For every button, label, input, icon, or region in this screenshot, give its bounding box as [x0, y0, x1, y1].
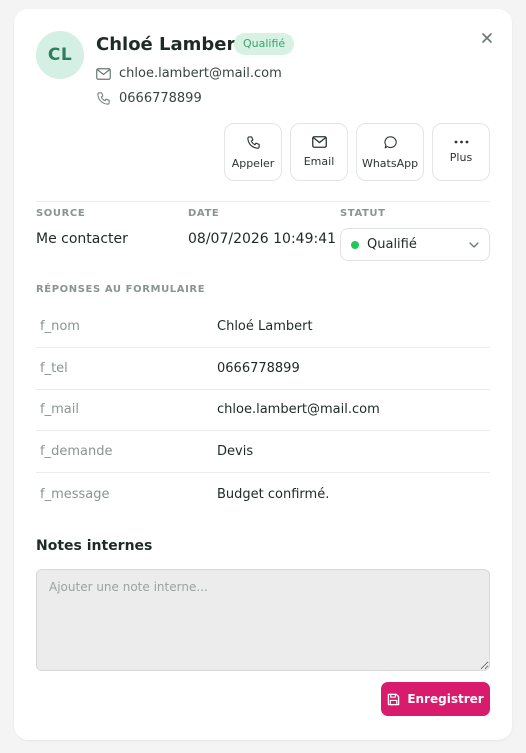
- table-row: f_message Budget confirmé.: [36, 473, 490, 515]
- phone-icon: [246, 135, 260, 149]
- field-key: f_tel: [40, 360, 68, 376]
- table-row: f_nom Chloé Lambert: [36, 306, 490, 348]
- mail-icon: [96, 67, 111, 80]
- field-value: Chloé Lambert: [217, 318, 313, 334]
- field-key: f_nom: [40, 318, 80, 334]
- form-responses-table: f_nom Chloé Lambert f_tel 0666778899 f_m…: [36, 306, 490, 515]
- save-button-label: Enregistrer: [407, 692, 484, 706]
- status-dot: [351, 240, 359, 249]
- contact-email-row: chloe.lambert@mail.com: [96, 66, 282, 81]
- status-badge: Qualifié: [234, 33, 295, 55]
- date-label: DATE: [188, 208, 220, 219]
- field-value: 0666778899: [217, 360, 300, 376]
- field-value: chloe.lambert@mail.com: [217, 402, 380, 418]
- more-button[interactable]: Plus: [432, 123, 490, 181]
- status-select-value: Qualifié: [367, 237, 417, 252]
- contact-detail-panel: CL Chloé Lambert Qualifié chloe.lambert@…: [14, 9, 512, 740]
- avatar: CL: [36, 31, 84, 79]
- call-button-label: Appeler: [231, 156, 275, 170]
- table-row: f_tel 0666778899: [36, 348, 490, 390]
- field-key: f_demande: [40, 444, 113, 460]
- source-label: SOURCE: [36, 208, 86, 219]
- more-horizontal-icon: [454, 140, 468, 144]
- close-button[interactable]: [480, 31, 494, 45]
- field-value: Devis: [217, 444, 254, 460]
- contact-email[interactable]: chloe.lambert@mail.com: [119, 66, 282, 81]
- table-row: f_mail chloe.lambert@mail.com: [36, 390, 490, 432]
- date-value: 08/07/2026 10:49:41: [188, 231, 337, 247]
- divider: [36, 201, 490, 202]
- save-button[interactable]: Enregistrer: [381, 682, 490, 716]
- contact-name: Chloé Lambert: [96, 34, 244, 55]
- notes-title: Notes internes: [36, 538, 153, 554]
- chat-bubble-icon: [383, 135, 397, 148]
- email-button-label: Email: [303, 155, 335, 168]
- whatsapp-button-label: WhatsApp: [361, 156, 419, 170]
- phone-icon: [97, 92, 110, 105]
- close-icon: [482, 33, 492, 43]
- chevron-down-icon: [469, 241, 479, 248]
- table-row: f_demande Devis: [36, 431, 490, 474]
- field-key: f_mail: [40, 402, 79, 418]
- status-label: STATUT: [340, 208, 386, 219]
- source-value: Me contacter: [36, 231, 128, 247]
- field-value: Budget confirmé.: [217, 486, 330, 502]
- contact-phone-row: 0666778899: [96, 91, 202, 106]
- call-button[interactable]: Appeler: [224, 123, 282, 181]
- whatsapp-button[interactable]: WhatsApp: [356, 123, 424, 181]
- email-button[interactable]: Email: [290, 123, 348, 181]
- field-key: f_message: [40, 486, 110, 502]
- more-button-label: Plus: [449, 151, 473, 164]
- status-select[interactable]: Qualifié: [340, 228, 490, 261]
- save-icon: [388, 693, 400, 705]
- quick-actions: Appeler Email WhatsApp Plus: [224, 123, 490, 181]
- contact-phone[interactable]: 0666778899: [119, 91, 202, 106]
- mail-icon: [311, 136, 327, 148]
- form-responses-label: RÉPONSES AU FORMULAIRE: [36, 284, 206, 295]
- internal-notes-input[interactable]: [36, 569, 490, 671]
